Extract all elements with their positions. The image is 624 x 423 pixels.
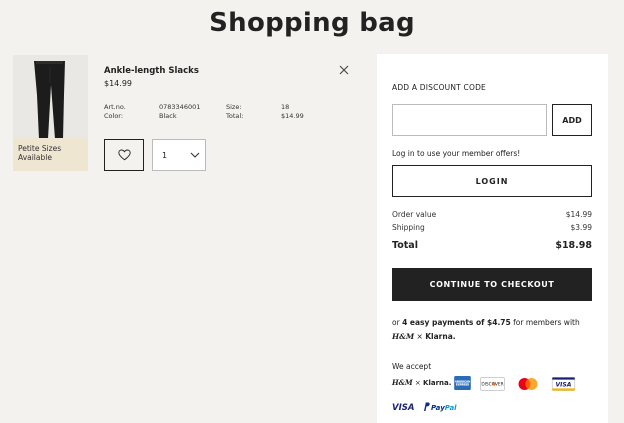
order-value: $14.99 <box>565 210 592 219</box>
product-meta-values: 0783346001 Black <box>159 103 200 121</box>
total-value: $18.98 <box>555 240 592 251</box>
remove-item-button[interactable] <box>337 62 351 76</box>
klarna-payment-text: or 4 easy payments of $4.75 for members … <box>392 318 597 327</box>
add-discount-button[interactable]: ADD <box>552 104 592 136</box>
discount-code-input[interactable] <box>392 104 547 136</box>
color-label: Color: <box>104 112 124 120</box>
svg-text:VISA: VISA <box>556 382 572 389</box>
total-label: Total <box>392 240 418 251</box>
svg-text:EXPRESS: EXPRESS <box>456 382 469 386</box>
visa-card-icon: VISA <box>551 377 576 391</box>
badge-line-1: Petite Sizes <box>18 144 62 153</box>
login-button[interactable]: LOGIN <box>392 165 592 197</box>
product-meta-labels: Art.no. Color: <box>104 103 126 121</box>
shipping-row: Shipping $3.99 <box>392 223 592 232</box>
order-summary-panel: ADD A DISCOUNT CODE ADD Log in to use yo… <box>377 54 608 423</box>
order-value-label: Order value <box>392 210 437 219</box>
size-value: 18 <box>281 103 290 111</box>
svg-text:VISA: VISA <box>392 403 414 413</box>
hm-klarna-logo: H&M × Klarna. <box>392 332 456 341</box>
paypal-icon: PayPal <box>424 402 457 412</box>
klarna-installments: 4 easy payments of $4.75 <box>402 318 511 327</box>
petite-sizes-badge: Petite Sizes Available <box>13 138 88 171</box>
total-row: Total $18.98 <box>392 240 592 251</box>
quantity-value: 1 <box>162 151 168 160</box>
color-value: Black <box>159 112 177 120</box>
continue-to-checkout-button[interactable]: CONTINUE TO CHECKOUT <box>392 268 592 301</box>
we-accept-label: We accept <box>392 362 432 371</box>
artno-value: 0783346001 <box>159 103 201 111</box>
chevron-down-icon <box>190 152 200 158</box>
badge-line-2: Available <box>18 153 52 162</box>
klarna-prefix: or <box>392 318 403 327</box>
size-label: Size: <box>226 103 242 111</box>
discover-icon: DISCOVER <box>480 377 505 391</box>
amex-icon: AMERICAN EXPRESS <box>454 376 471 390</box>
close-icon <box>339 65 349 75</box>
product-name[interactable]: Ankle-length Slacks <box>104 66 199 76</box>
hm-klarna-payment-icon: H&M × Klarna. <box>392 378 452 387</box>
order-value-row: Order value $14.99 <box>392 210 592 219</box>
svg-text:DISCOVER: DISCOVER <box>481 382 503 388</box>
artno-label: Art.no. <box>104 103 126 111</box>
klarna-suffix: for members with <box>510 318 580 327</box>
klarna-logo: Klarna. <box>425 332 456 341</box>
favorite-button[interactable] <box>104 139 144 171</box>
mastercard-icon <box>518 378 538 390</box>
item-total-value: $14.99 <box>281 112 304 120</box>
discount-code-label: ADD A DISCOUNT CODE <box>392 83 486 92</box>
total-label: Total: <box>226 112 244 120</box>
svg-text:PayPal: PayPal <box>431 404 457 412</box>
shipping-value: $3.99 <box>570 223 592 232</box>
product-price: $14.99 <box>104 79 132 88</box>
klarna-times: × <box>414 332 426 341</box>
product-image[interactable]: Petite Sizes Available <box>13 55 88 171</box>
member-offers-text: Log in to use your member offers! <box>392 149 521 158</box>
quantity-select[interactable]: 1 <box>152 139 206 171</box>
shipping-label: Shipping <box>392 223 425 232</box>
hm-logo: H&M <box>392 332 415 341</box>
product-size-labels: Size: Total: <box>226 103 243 121</box>
product-size-values: 18 $14.99 <box>281 103 304 121</box>
heart-icon <box>117 149 131 161</box>
visa-icon: VISA <box>392 403 414 413</box>
page-title: Shopping bag <box>209 8 415 38</box>
